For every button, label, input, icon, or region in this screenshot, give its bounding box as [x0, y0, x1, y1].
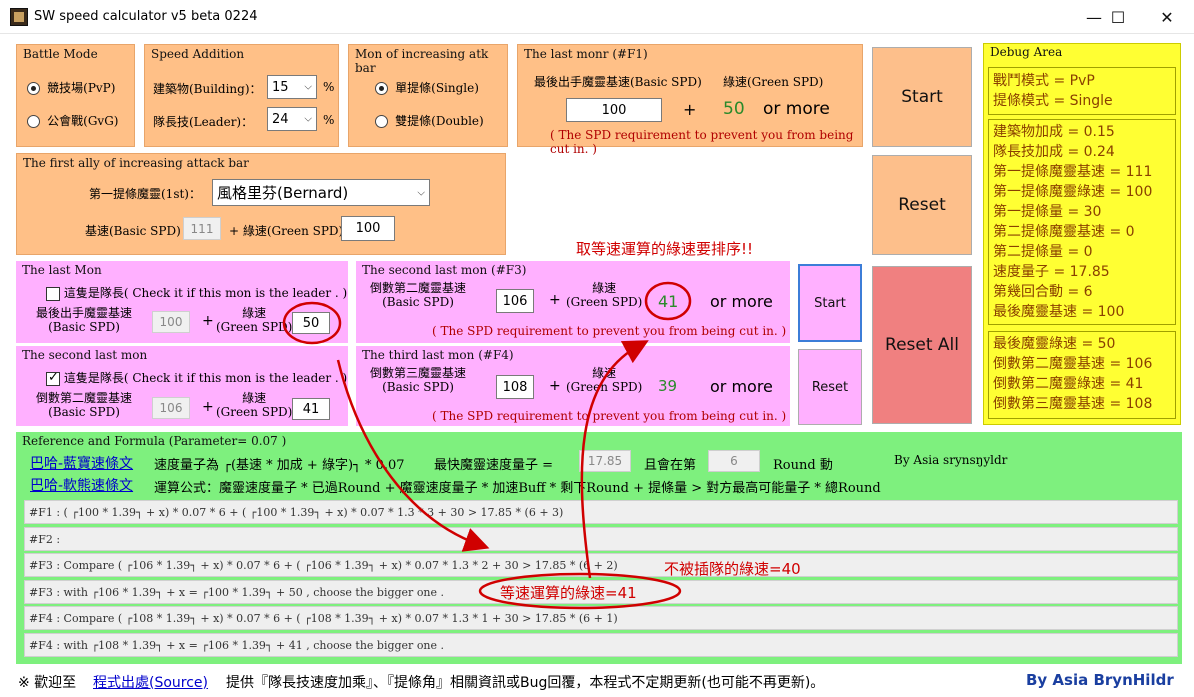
footer: ※ 歡迎至 程式出處(Source) 提供『隊長技速度加乘』、『提條角』相關資訊…: [0, 664, 1194, 697]
footer-text: 提供『隊長技速度加乘』、『提條角』相關資訊或Bug回覆，本程式不定期更新(也可能…: [226, 675, 825, 691]
circle-last-green: [282, 301, 342, 345]
source-link[interactable]: 程式出處(Source): [93, 672, 208, 692]
circle-f3-green: [644, 281, 692, 321]
signature: By Asia BrynHildr: [1026, 671, 1174, 689]
footer-prefix: ※ 歡迎至: [18, 675, 77, 691]
arrow-to-f3: [580, 340, 649, 579]
equal-speed-annotation: 等速運算的綠速=41: [500, 584, 637, 602]
arrow-to-formula: [336, 359, 490, 552]
not-cut-annotation: 不被插隊的綠速=40: [664, 560, 801, 578]
